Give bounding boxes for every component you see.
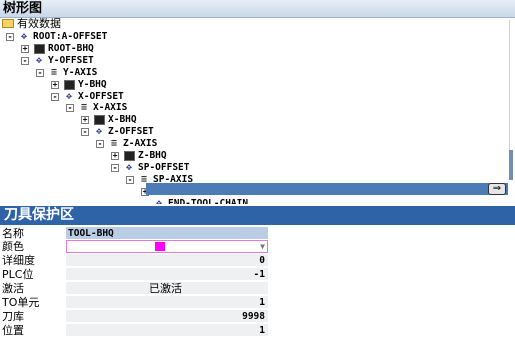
offset-icon: ✥ — [20, 31, 28, 42]
magazine-label: 刀库 — [2, 310, 24, 323]
offset-icon: ✥ — [155, 197, 163, 204]
name-field[interactable]: TOOL-BHQ — [66, 227, 268, 240]
row-detail: 详细度 0 — [0, 254, 515, 268]
tree-scrollbar-thumb[interactable] — [509, 150, 513, 180]
tree-node-label: Y-AXIS — [63, 66, 98, 78]
color-dropdown[interactable]: ▼ — [66, 240, 268, 253]
color-swatch — [155, 242, 165, 251]
tool-protection-panel: 名称 TOOL-BHQ 颜色 ▼ 详细度 0 PLC位 -1 激活 已激活 TO… — [0, 225, 515, 360]
tree-node-label: Y-BHQ — [78, 78, 107, 90]
to-unit-label: TO单元 — [2, 296, 40, 309]
position-label: 位置 — [2, 324, 24, 337]
collapse-icon[interactable]: - — [126, 175, 134, 184]
collapse-icon[interactable]: - — [6, 33, 14, 41]
tree-node-label: END-TOOL-CHAIN — [168, 197, 249, 204]
tree-view[interactable]: 有效数据 - ✥ ROOT:A-OFFSET + ROOT-BHQ - ✥ Y-OFFSET -… — [0, 18, 515, 204]
row-plc: PLC位 -1 — [0, 268, 515, 282]
collapse-icon[interactable]: - — [51, 92, 59, 101]
navigate-arrow-button[interactable]: ⇒ — [488, 183, 506, 195]
expand-icon[interactable]: + — [21, 44, 29, 53]
axis-icon: ≡ — [80, 102, 88, 114]
name-label: 名称 — [2, 227, 24, 240]
row-position: 位置 1 — [0, 324, 515, 338]
collapse-icon[interactable]: - — [36, 68, 44, 77]
bhq-icon — [123, 150, 135, 162]
tree-node-label: X-BHQ — [108, 114, 137, 126]
bhq-icon — [93, 114, 105, 126]
tree-node-label: Y-OFFSET — [48, 54, 94, 66]
tree-node-label: X-AXIS — [93, 102, 128, 114]
tree-node-label: SP-OFFSET — [138, 161, 190, 173]
chevron-down-icon[interactable]: ▼ — [260, 241, 265, 253]
to-unit-field[interactable]: 1 — [66, 296, 268, 309]
row-active: 激活 已激活 — [0, 282, 515, 296]
row-name: 名称 TOOL-BHQ — [0, 227, 515, 241]
row-color: 颜色 ▼ — [0, 240, 515, 254]
offset-icon: ✥ — [125, 161, 133, 173]
tree-root-label: 有效数据 — [17, 18, 61, 30]
tree-view-title: 树形图 — [0, 0, 515, 18]
active-label: 激活 — [2, 282, 24, 295]
collapse-icon[interactable]: - — [96, 140, 104, 149]
offset-icon: ✥ — [65, 90, 73, 102]
position-field[interactable]: 1 — [66, 324, 268, 337]
expand-icon[interactable]: + — [81, 116, 89, 125]
collapse-icon[interactable]: - — [81, 128, 89, 137]
row-to-unit: TO单元 1 — [0, 296, 515, 310]
axis-icon: ≡ — [50, 66, 58, 78]
tool-protection-area-title: 刀具保护区 — [0, 206, 515, 225]
color-label: 颜色 — [2, 240, 24, 253]
detail-field[interactable]: 0 — [66, 254, 268, 267]
tree-node-label: Z-AXIS — [123, 138, 158, 150]
active-field[interactable]: 已激活 — [66, 282, 268, 295]
bhq-icon — [63, 79, 75, 91]
detail-label: 详细度 — [2, 254, 35, 267]
tree-node-label: Z-OFFSET — [108, 126, 154, 138]
collapse-icon[interactable]: - — [66, 104, 74, 113]
collapse-icon[interactable]: - — [111, 163, 119, 172]
expand-icon[interactable]: + — [111, 152, 119, 160]
offset-icon: ✥ — [35, 54, 43, 66]
bhq-icon — [33, 43, 45, 55]
tree-node-label: ROOT:A-OFFSET — [33, 31, 108, 42]
axis-icon: ≡ — [110, 138, 118, 150]
tree-node-label: X-OFFSET — [78, 90, 124, 102]
plc-label: PLC位 — [2, 268, 34, 281]
offset-icon: ✥ — [95, 126, 103, 138]
folder-icon — [2, 19, 14, 28]
tree-node-label: Z-BHQ — [138, 150, 167, 161]
magazine-field[interactable]: 9998 — [66, 310, 268, 323]
tree-node-label: ROOT-BHQ — [48, 42, 94, 54]
row-magazine: 刀库 9998 — [0, 310, 515, 324]
plc-field[interactable]: -1 — [66, 268, 268, 281]
expand-icon[interactable]: + — [51, 80, 59, 89]
selected-row-highlight — [146, 183, 508, 195]
collapse-icon[interactable]: - — [21, 56, 29, 65]
